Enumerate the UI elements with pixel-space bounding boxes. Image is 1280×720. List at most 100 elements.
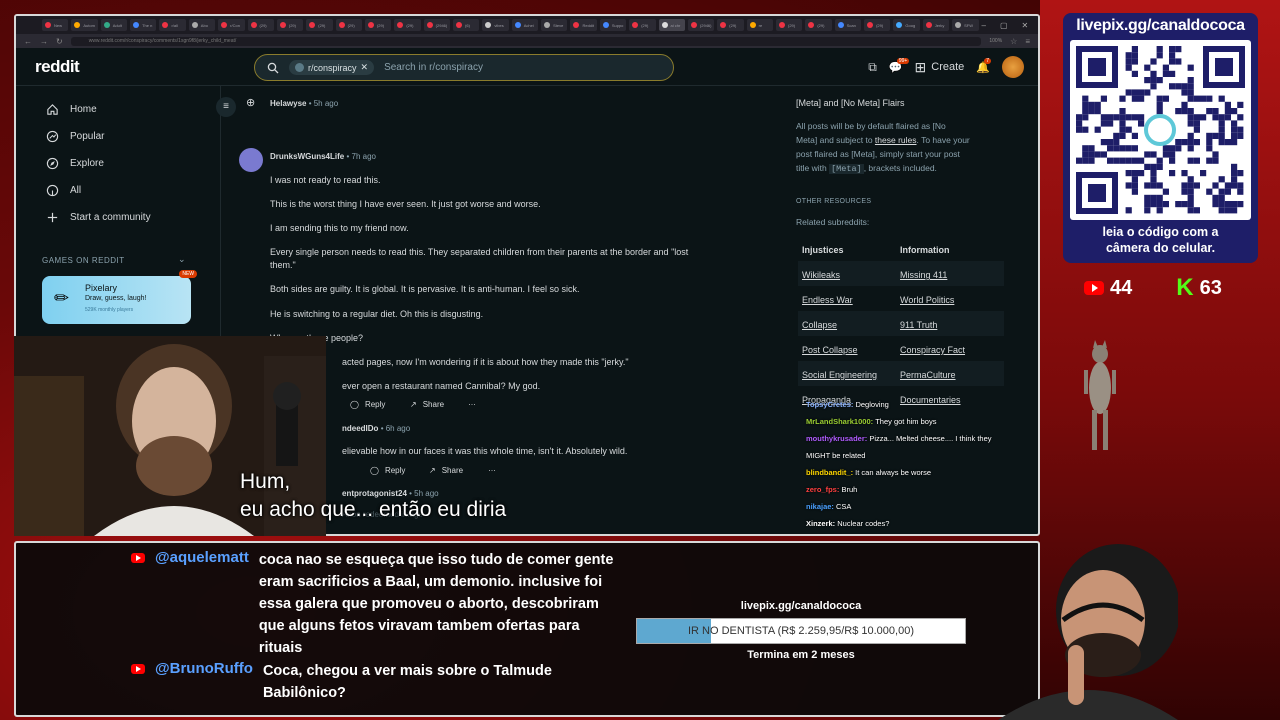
bookmark-star-icon[interactable]: ☆ <box>1010 37 1017 46</box>
browser-tab[interactable]: Suppo <box>599 19 627 31</box>
tab-label: (29) <box>406 22 414 28</box>
browser-tab[interactable]: (2946) <box>687 19 715 31</box>
browser-tab[interactable]: Abo <box>188 19 216 31</box>
qr-module <box>1082 151 1089 158</box>
rules-link[interactable]: these rules <box>875 135 917 145</box>
subreddit-link[interactable]: Missing 411 <box>900 270 947 280</box>
comment-author[interactable]: ndeedIDo • 6h ago <box>342 424 410 433</box>
avatar[interactable] <box>1002 56 1024 78</box>
browser-tab[interactable]: (29) <box>717 19 744 31</box>
browser-tab[interactable]: Reddit <box>570 19 597 31</box>
browser-tab[interactable]: (29) <box>805 19 832 31</box>
qr-module <box>1107 157 1114 164</box>
qr-module <box>1181 139 1188 146</box>
url-field[interactable]: www.reddit.com/r/conspiracy/comments/1sg… <box>70 36 982 46</box>
browser-tab[interactable]: (29) <box>247 19 274 31</box>
more-options-icon[interactable]: … <box>468 398 476 407</box>
expand-comment-icon[interactable]: ⊕ <box>246 96 255 109</box>
chat-icon[interactable]: 💬 99+ <box>889 57 910 74</box>
browser-tab[interactable]: Scan <box>834 19 862 31</box>
browser-tab[interactable]: Achei <box>511 19 539 31</box>
collapse-sidebar-icon[interactable]: ≡ <box>216 97 236 117</box>
reply-button[interactable]: ◯ Reply <box>350 400 385 409</box>
browser-tab[interactable]: SFW <box>952 19 979 31</box>
games-section-label[interactable]: GAMES ON REDDIT <box>42 256 125 265</box>
subreddit-link[interactable]: World Politics <box>900 295 954 305</box>
browser-tab[interactable]: r/Con <box>218 19 245 31</box>
reddit-logo[interactable]: reddit <box>35 57 80 77</box>
qr-module <box>1231 120 1238 127</box>
qr-module <box>1125 182 1132 189</box>
zoom-level[interactable]: 100% <box>989 38 1002 44</box>
browser-tab[interactable]: (29) <box>775 19 803 31</box>
browser-tab[interactable]: (29) <box>864 19 891 31</box>
stream-chat-line: MIGHT be related <box>806 451 865 460</box>
subreddit-link[interactable]: Wikileaks <box>802 270 840 280</box>
chevron-down-icon[interactable]: ⌄ <box>178 254 186 265</box>
sidebar-item-popular[interactable]: Popular <box>46 130 104 143</box>
pixelary-game-card[interactable]: ✏ Pixelary Draw, guess, laugh! 529K mont… <box>42 270 197 324</box>
browser-tab[interactable]: (29) <box>276 19 304 31</box>
qr-module <box>1193 95 1200 102</box>
bell-icon[interactable]: 🔔 7 <box>976 57 992 74</box>
tab-label: Adult <box>112 22 122 28</box>
browser-tab[interactable]: Jerky <box>922 19 950 31</box>
comment-username[interactable]: ndeedIDo <box>342 424 378 433</box>
qr-module <box>1082 95 1089 102</box>
browser-tab[interactable]: (29) <box>394 19 421 31</box>
minimize-icon[interactable]: – <box>982 21 986 30</box>
search-input[interactable]: Search in r/conspiracy <box>384 62 483 73</box>
browser-tab[interactable]: (2946) <box>423 19 451 31</box>
menu-icon[interactable]: ≡ <box>1025 37 1030 46</box>
subreddit-link[interactable]: 911 Truth <box>900 320 937 330</box>
browser-tab[interactable]: New <box>42 19 69 31</box>
share-button[interactable]: ↗ Share <box>410 400 444 409</box>
qr-module <box>1224 207 1231 214</box>
subreddit-link[interactable]: Conspiracy Fact <box>900 345 965 355</box>
subreddit-search-chip[interactable]: r/conspiracy ✕ <box>289 60 375 75</box>
comment-username[interactable]: DrunksWGuns4Life <box>270 152 344 161</box>
tab-favicon-icon <box>661 22 668 28</box>
subreddit-link[interactable]: Social Engineering <box>802 370 877 380</box>
forward-icon[interactable]: → <box>40 37 48 46</box>
sidebar-item-explore[interactable]: Explore <box>46 157 104 170</box>
comment-author[interactable]: Helawyse • 5h ago <box>270 99 338 108</box>
sidebar-item-home[interactable]: Home <box>46 103 97 116</box>
browser-tab[interactable]: Goog <box>893 19 920 31</box>
qr-title: livepix.gg/canaldococa <box>1076 17 1245 34</box>
browser-tab[interactable]: r/all <box>159 19 186 31</box>
browser-tab[interactable]: The n <box>130 19 157 31</box>
qr-module <box>1107 145 1114 152</box>
browser-tab[interactable]: vibes <box>482 19 509 31</box>
close-icon[interactable]: ✕ <box>361 62 369 73</box>
tab-favicon-icon <box>367 22 374 28</box>
maximize-icon[interactable]: ▢ <box>1000 21 1008 30</box>
qr-module <box>1212 108 1219 115</box>
browser-tab[interactable]: Steve <box>541 19 568 31</box>
comment-username[interactable]: Helawyse <box>270 99 306 108</box>
subreddit-link[interactable]: PermaCulture <box>900 370 956 380</box>
subreddit-link[interactable]: Post Collapse <box>802 345 858 355</box>
sidebar-item-start-community[interactable]: Start a community <box>46 211 151 224</box>
browser-tab[interactable]: Adult <box>100 19 128 31</box>
search-bar[interactable]: r/conspiracy ✕ Search in r/conspiracy <box>254 54 674 81</box>
subreddit-link[interactable]: Endless War <box>802 295 853 305</box>
browser-tab[interactable]: re <box>746 19 773 31</box>
browser-tab[interactable]: (29) <box>629 19 656 31</box>
browser-tab[interactable]: Autom <box>71 19 98 31</box>
browser-tab[interactable]: (29) <box>364 19 392 31</box>
sidebar-item-all[interactable]: All <box>46 184 81 197</box>
browser-tab[interactable]: ai chr <box>658 19 685 31</box>
ads-icon[interactable]: ⧉ <box>868 60 877 75</box>
avatar[interactable] <box>239 148 263 172</box>
browser-tab[interactable]: (29) <box>306 19 333 31</box>
close-icon[interactable]: ✕ <box>1022 21 1029 30</box>
back-icon[interactable]: ← <box>24 37 32 46</box>
browser-tab[interactable]: (29) <box>335 19 362 31</box>
browser-tab[interactable]: (6) <box>453 19 480 31</box>
subreddit-link[interactable]: Collapse <box>802 320 837 330</box>
reload-icon[interactable]: ↻ <box>56 37 63 46</box>
comment-author[interactable]: DrunksWGuns4Life • 7h ago <box>270 152 376 161</box>
tab-label: (29) <box>817 22 825 28</box>
create-button[interactable]: ⊞ Create <box>915 59 965 76</box>
